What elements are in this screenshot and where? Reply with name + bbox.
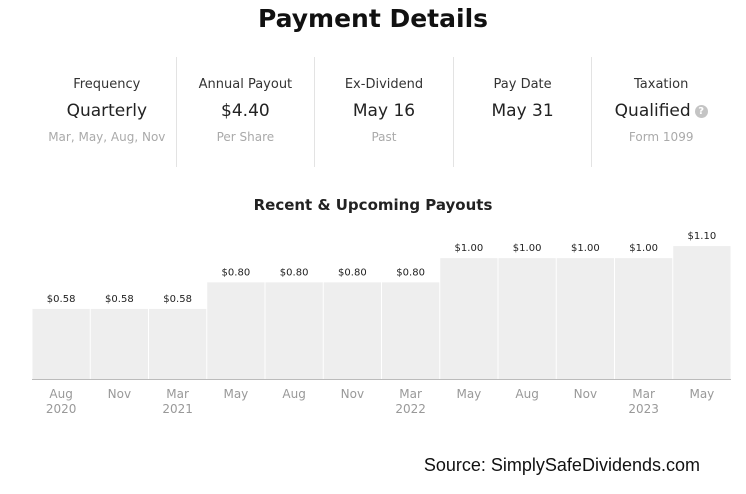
data-label: $0.80 <box>396 267 425 278</box>
bar <box>440 258 498 379</box>
data-label: $0.80 <box>280 267 309 278</box>
stat-sub: Form 1099 <box>628 130 694 144</box>
stat-ex-dividend: Ex-Dividend May 16 Past <box>315 57 454 167</box>
data-label: $0.58 <box>47 294 76 305</box>
x-tick-label: Nov <box>341 387 364 401</box>
stat-label: Taxation <box>634 77 689 92</box>
stat-value-text: Qualified <box>614 101 691 121</box>
data-label: $0.80 <box>338 267 367 278</box>
page-title: Payment Details <box>257 4 489 33</box>
x-tick-label: May <box>456 387 481 401</box>
stat-value: May 31 <box>491 101 554 121</box>
stat-label: Frequency <box>73 77 141 92</box>
x-tick-year: 2021 <box>162 402 193 416</box>
stat-label: Ex-Dividend <box>344 77 424 92</box>
bar <box>615 258 673 379</box>
x-tick-label: Aug <box>282 387 305 401</box>
bar <box>149 308 207 379</box>
x-tick-label: Mar <box>399 387 422 401</box>
stat-value: $4.40 <box>221 101 270 121</box>
stat-sub: Mar, May, Aug, Nov <box>48 130 166 144</box>
x-tick-label: Nov <box>574 387 597 401</box>
x-tick-label: May <box>689 387 714 401</box>
data-label: $1.00 <box>571 243 600 254</box>
chart-title: Recent & Upcoming Payouts <box>253 196 493 214</box>
bar <box>323 282 381 379</box>
bar <box>265 282 323 379</box>
bar <box>382 282 440 379</box>
stat-value: Qualified? <box>592 101 730 121</box>
stat-annual-payout: Annual Payout $4.40 Per Share <box>177 57 316 167</box>
stat-value: Quarterly <box>66 101 148 121</box>
source-credit: Source: SimplySafeDividends.com <box>423 455 700 475</box>
stat-sub: Past <box>371 130 397 144</box>
bar <box>556 258 614 379</box>
stat-taxation: Taxation Qualified? Form 1099 <box>592 57 730 167</box>
stat-label: Pay Date <box>493 77 552 92</box>
bar <box>207 282 265 379</box>
stat-label: Annual Payout <box>198 77 293 92</box>
bar <box>32 308 90 379</box>
x-tick-year: 2023 <box>628 402 659 416</box>
help-icon[interactable]: ? <box>694 105 708 118</box>
x-tick-label: Aug <box>49 387 72 401</box>
stat-value: May 16 <box>352 101 416 121</box>
payment-stats: Frequency Quarterly Mar, May, Aug, Nov A… <box>38 57 730 167</box>
data-label: $1.00 <box>513 243 542 254</box>
stat-pay-date: Pay Date May 31 <box>454 57 593 167</box>
x-tick-label: May <box>223 387 248 401</box>
bar <box>90 308 148 379</box>
data-label: $1.00 <box>455 243 484 254</box>
x-tick-year: 2020 <box>46 402 77 416</box>
x-tick-year: 2022 <box>395 402 426 416</box>
stat-sub: Per Share <box>216 130 275 144</box>
data-label: $1.00 <box>629 243 658 254</box>
x-tick-label: Aug <box>515 387 538 401</box>
data-label: $1.10 <box>688 231 717 242</box>
data-label: $0.58 <box>163 294 192 305</box>
payout-chart: $0.58Aug2020$0.58Nov$0.58Mar2021$0.80May… <box>32 231 731 416</box>
x-tick-label: Mar <box>166 387 189 401</box>
bar <box>673 246 731 379</box>
x-tick-label: Mar <box>632 387 655 401</box>
data-label: $0.80 <box>222 267 251 278</box>
stat-frequency: Frequency Quarterly Mar, May, Aug, Nov <box>38 57 177 167</box>
data-label: $0.58 <box>105 294 134 305</box>
x-tick-label: Nov <box>108 387 131 401</box>
bar <box>498 258 556 379</box>
